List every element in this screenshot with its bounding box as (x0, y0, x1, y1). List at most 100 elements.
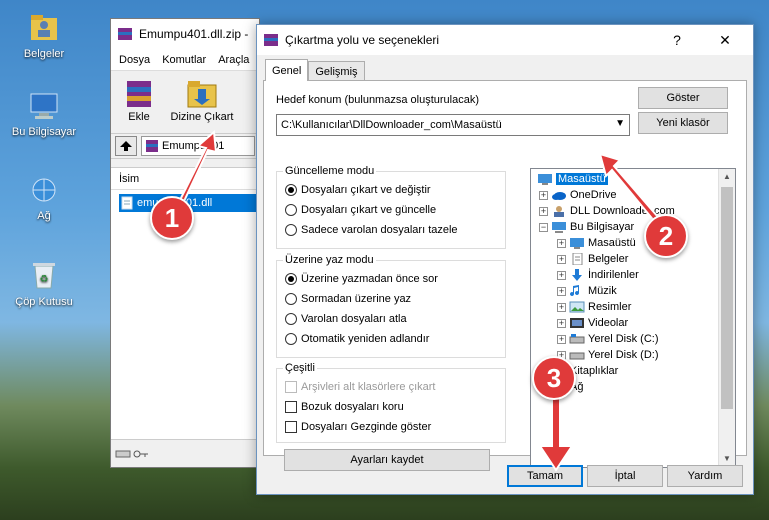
close-icon: ✕ (719, 31, 731, 48)
show-button[interactable]: Göster (638, 87, 728, 109)
tree-item-disk-c[interactable]: + Yerel Disk (C:) (557, 331, 659, 347)
check-extract-subfolders: Arşivleri alt klasörlere çıkart (285, 381, 435, 393)
tree-item-onedrive[interactable]: + OneDrive (539, 187, 616, 203)
save-settings-label: Ayarları kaydet (350, 454, 424, 466)
cancel-label: İptal (614, 470, 636, 482)
desktop-icon-belgeler[interactable]: Belgeler (4, 10, 84, 60)
downloads-icon (572, 269, 582, 281)
tab-strip: Genel Gelişmiş (265, 59, 365, 81)
drive-icon (115, 450, 131, 457)
tree-item-indirilenler[interactable]: + İndirilenler (557, 267, 639, 283)
radio-off[interactable] (285, 224, 297, 236)
save-settings-button[interactable]: Ayarları kaydet (284, 449, 490, 471)
radio-extract-update[interactable]: Dosyaları çıkart ve güncelle (285, 204, 436, 216)
tab-gelismis[interactable]: Gelişmiş (308, 61, 365, 81)
checkbox-label: Arşivleri alt klasörlere çıkart (301, 381, 436, 393)
new-folder-button[interactable]: Yeni klasör (638, 112, 728, 134)
menu-araclar[interactable]: Araçla (218, 54, 249, 66)
tree-item-muzik[interactable]: + Müzik (557, 283, 617, 299)
desktop-icon (538, 174, 552, 185)
tree-item-masaustu-2[interactable]: + Masaüstü (557, 235, 636, 251)
expand-icon[interactable]: + (539, 190, 548, 200)
winrar-titlebar[interactable]: Emumpu401.dll.zip - (111, 19, 259, 49)
tab-panel-genel: Hedef konum (bulunmazsa oluşturulacak) C… (263, 80, 747, 471)
tree-item-masaustu[interactable]: Masaüstü (537, 171, 608, 187)
add-button[interactable]: Ekle (119, 75, 159, 129)
desktop-icon-bu-bilgisayar[interactable]: Bu Bilgisayar (4, 92, 84, 138)
radio-off[interactable] (285, 333, 297, 345)
checkbox[interactable] (285, 421, 297, 433)
help-glyph: ? (673, 32, 681, 48)
key-icon (133, 450, 148, 457)
extract-to-button[interactable]: Dizine Çıkart (167, 75, 237, 129)
radio-freshen-only[interactable]: Sadece varolan dosyaları tazele (285, 224, 458, 236)
radio-off[interactable] (285, 204, 297, 216)
radio-auto-rename[interactable]: Otomatik yeniden adlandır (285, 333, 429, 345)
collapse-icon[interactable]: − (539, 222, 548, 232)
tab-label: Genel (272, 64, 302, 77)
desktop-icon (570, 238, 584, 249)
desktop-icon-label: Ağ (37, 210, 51, 222)
desktop-icon-label: Belgeler (23, 48, 65, 60)
checkbox-disabled (285, 381, 297, 393)
up-folder-button[interactable] (115, 136, 137, 156)
tree-item-videolar[interactable]: + Videolar (557, 315, 628, 331)
tree-label: Yerel Disk (C:) (588, 333, 659, 345)
radio-overwrite-no-ask[interactable]: Sormadan üzerine yaz (285, 293, 411, 305)
tree-item-disk-d[interactable]: + Yerel Disk (D:) (557, 347, 659, 363)
radio-off[interactable] (285, 293, 297, 305)
tree-label: Masaüstü (588, 237, 636, 249)
cancel-button[interactable]: İptal (587, 465, 663, 487)
expand-icon[interactable]: + (557, 318, 566, 328)
tree-scrollbar[interactable]: ▲ ▼ (718, 169, 735, 467)
expand-icon[interactable]: + (539, 206, 548, 216)
ok-button[interactable]: Tamam (507, 465, 583, 487)
expand-icon[interactable]: + (557, 302, 566, 312)
tree-item-resimler[interactable]: + Resimler (557, 299, 631, 315)
dialog-titlebar[interactable]: Çıkartma yolu ve seçenekleri ? ✕ (257, 25, 753, 55)
destination-combobox[interactable]: C:\Kullanıcılar\DllDownloader_com\Masaüs… (276, 114, 630, 136)
step-badge-2: 2 (644, 214, 688, 258)
expand-icon[interactable]: + (557, 334, 566, 344)
help-label: Yardım (687, 470, 723, 482)
folder-tree[interactable]: Masaüstü + OneDrive + DLL Downloader.com… (530, 168, 736, 468)
expand-icon[interactable]: + (557, 254, 566, 264)
tree-item-belgeler[interactable]: + Belgeler (557, 251, 628, 267)
tree-item-bu-bilgisayar[interactable]: − Bu Bilgisayar (539, 219, 634, 235)
scroll-up-icon[interactable]: ▲ (719, 169, 735, 185)
user-icon (554, 206, 564, 217)
help-button[interactable]: Yardım (667, 465, 743, 487)
radio-extract-replace[interactable]: Dosyaları çıkart ve değiştir (285, 184, 431, 196)
close-button[interactable]: ✕ (705, 25, 745, 55)
column-header-name[interactable]: İsim (111, 168, 259, 190)
desktop-icon-cop-kutusu[interactable]: ♻ Çöp Kutusu (4, 258, 84, 308)
dll-file-icon (121, 196, 133, 210)
check-keep-broken[interactable]: Bozuk dosyaları koru (285, 401, 404, 413)
desktop-icon-ag[interactable]: Ağ (4, 176, 84, 222)
winrar-toolbar: Ekle Dizine Çıkart (111, 71, 259, 133)
tree-label: Belgeler (588, 253, 629, 265)
winrar-title: Emumpu401.dll.zip - (139, 27, 249, 41)
expand-icon[interactable]: + (557, 270, 566, 280)
menu-dosya[interactable]: Dosya (119, 54, 150, 66)
checkbox[interactable] (285, 401, 297, 413)
radio-off[interactable] (285, 313, 297, 325)
radio-label: Varolan dosyaları atla (301, 313, 407, 325)
radio-label: Sadece varolan dosyaları tazele (301, 224, 458, 236)
expand-icon[interactable]: + (557, 238, 566, 248)
radio-on[interactable] (285, 273, 297, 285)
check-show-in-explorer[interactable]: Dosyaları Gezginde göster (285, 421, 431, 433)
expand-icon[interactable]: + (557, 286, 566, 296)
step-number: 3 (546, 362, 562, 393)
help-title-button[interactable]: ? (657, 25, 697, 55)
radio-label: Dosyaları çıkart ve güncelle (301, 204, 437, 216)
archive-path-field[interactable]: Emumpu401 (141, 136, 255, 156)
tab-genel[interactable]: Genel (265, 59, 309, 81)
menu-komutlar[interactable]: Komutlar (162, 54, 206, 66)
scroll-thumb[interactable] (721, 187, 733, 409)
misc-title: Çeşitli (283, 362, 317, 374)
radio-skip-existing[interactable]: Varolan dosyaları atla (285, 313, 407, 325)
radio-on[interactable] (285, 184, 297, 196)
disk-icon (569, 334, 585, 344)
radio-ask-before[interactable]: Üzerine yazmadan önce sor (285, 273, 438, 285)
